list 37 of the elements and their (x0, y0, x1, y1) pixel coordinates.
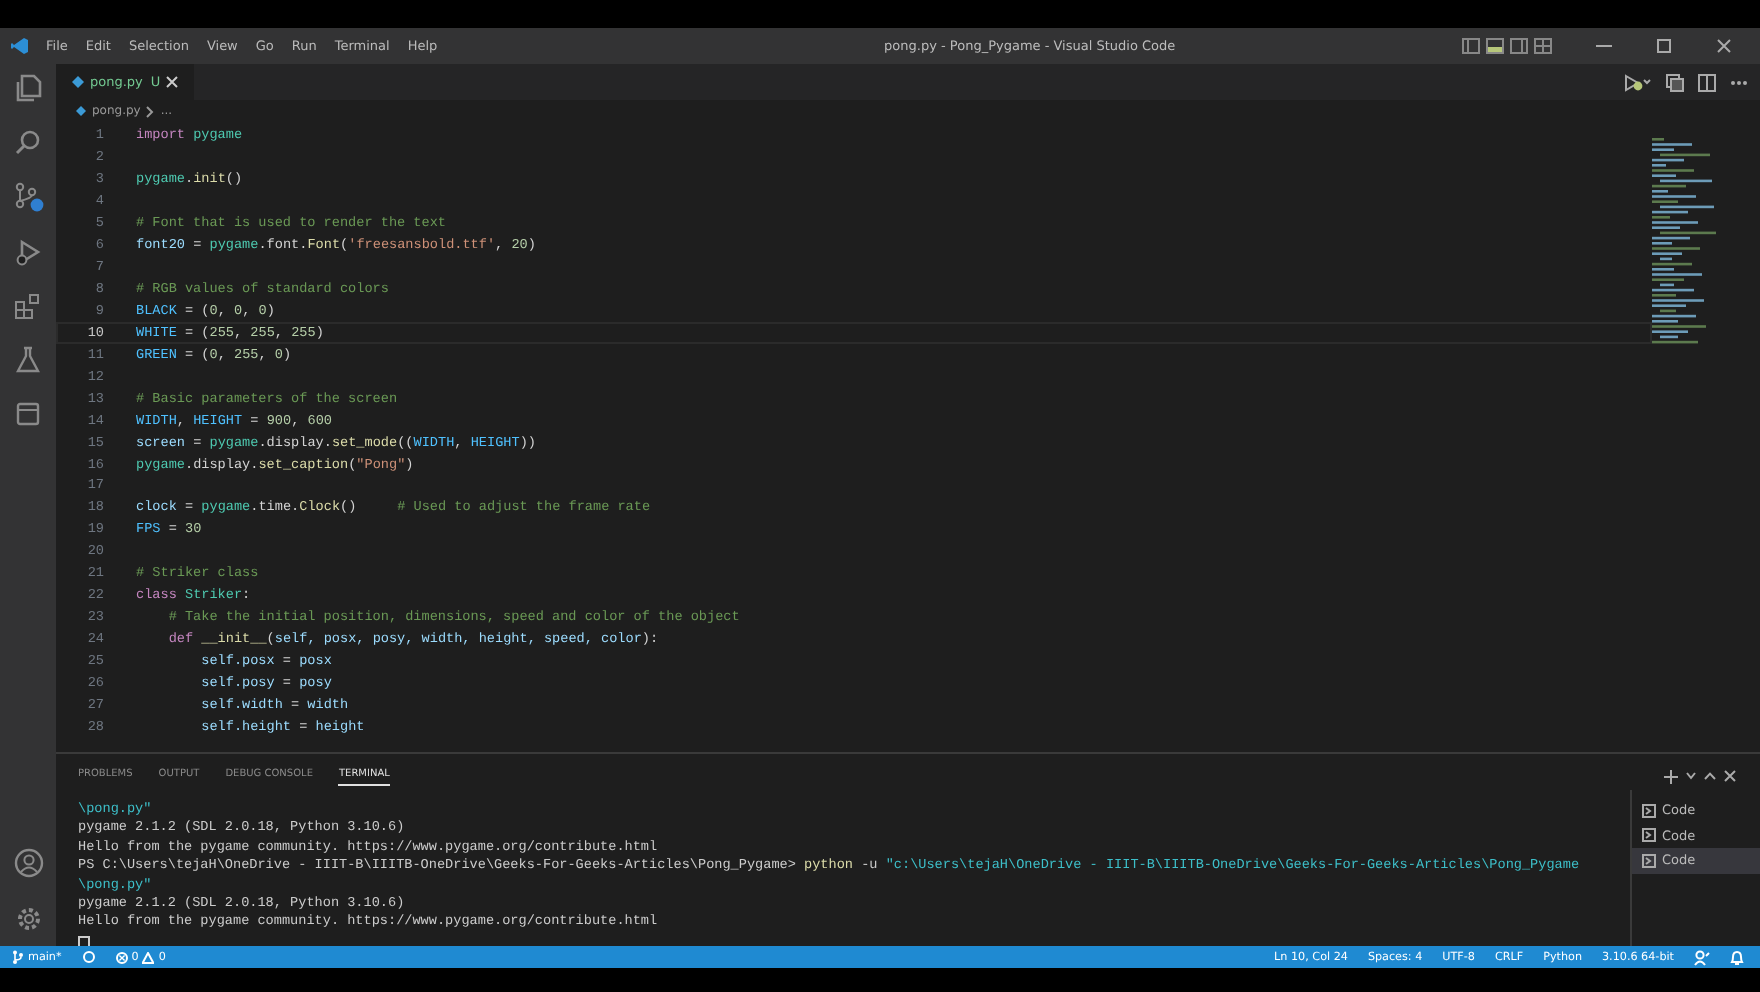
window-icon[interactable] (14, 400, 42, 428)
files-icon[interactable] (14, 74, 42, 102)
source-control-icon[interactable] (13, 182, 43, 212)
settings-icon[interactable] (13, 904, 43, 934)
extensions-icon[interactable] (14, 292, 42, 320)
run-icon[interactable] (1624, 73, 1652, 91)
account-icon[interactable] (13, 848, 43, 878)
terminal-icon (1642, 803, 1656, 818)
chevron-up-icon[interactable] (1704, 772, 1716, 780)
chevron-icon (146, 105, 155, 117)
split-editor-icon[interactable] (1698, 73, 1716, 91)
terminal-icon (1642, 853, 1656, 868)
error-icon (115, 951, 128, 963)
search-icon[interactable] (14, 128, 42, 156)
run-debug-icon[interactable] (14, 238, 42, 266)
more-icon[interactable] (1730, 79, 1748, 85)
python-file-icon (72, 76, 84, 88)
chevron-down-icon[interactable] (1686, 772, 1696, 780)
app-logo-icon (10, 36, 30, 56)
warning-icon (142, 951, 155, 963)
flask-icon[interactable] (14, 346, 42, 374)
branch-icon (12, 950, 24, 964)
close-icon[interactable] (166, 76, 179, 88)
person-icon[interactable] (1694, 949, 1710, 965)
plus-icon[interactable] (1664, 769, 1678, 783)
terminal-icon (1642, 828, 1656, 843)
grid-layout-icon[interactable] (1534, 38, 1552, 54)
layout-icon[interactable] (1510, 38, 1528, 54)
layout-icon[interactable] (1462, 38, 1480, 54)
panel-layout-icon[interactable] (1486, 38, 1504, 54)
sync-icon[interactable] (81, 950, 96, 964)
bell-icon[interactable] (1730, 949, 1744, 965)
close-icon[interactable] (1716, 38, 1732, 54)
compare-icon[interactable] (1666, 73, 1684, 91)
python-file-icon (76, 106, 86, 116)
close-icon[interactable] (1724, 770, 1736, 782)
restore-icon[interactable] (1656, 38, 1672, 54)
